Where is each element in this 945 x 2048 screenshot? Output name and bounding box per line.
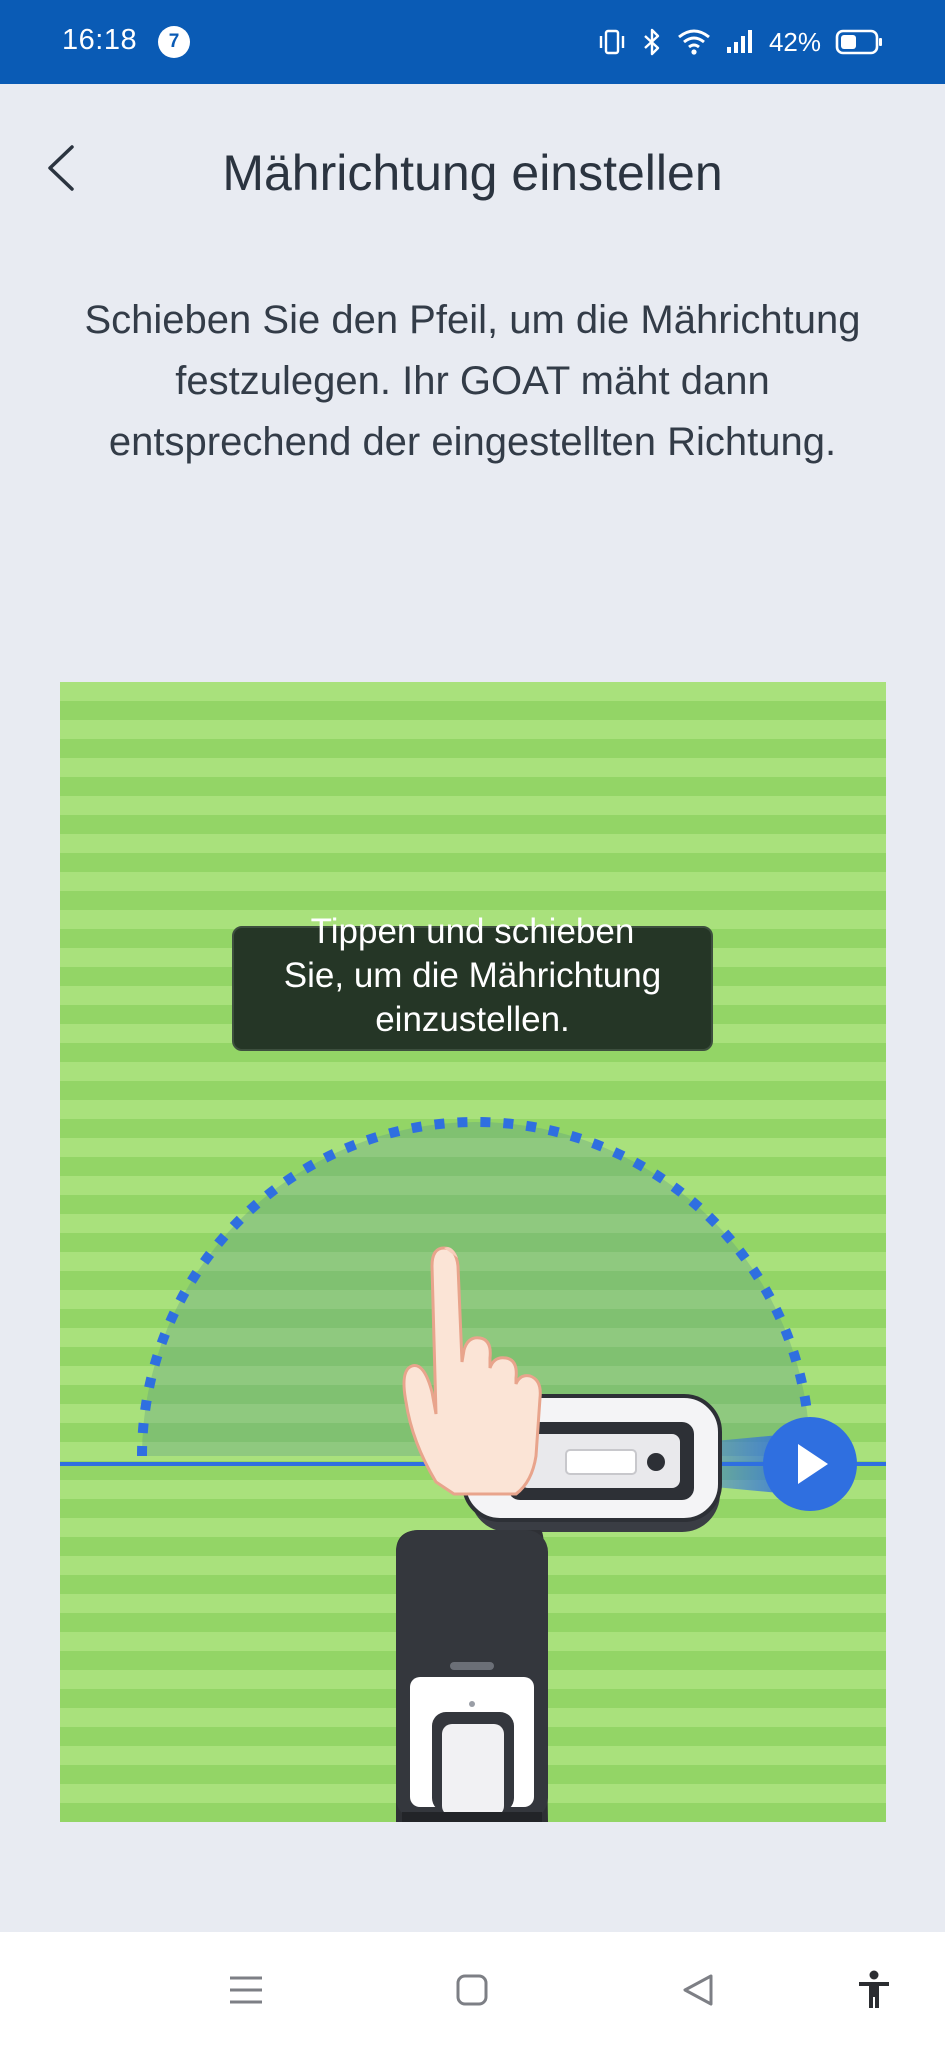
docking-station-image [396,1530,548,1822]
nav-home-button[interactable] [442,1960,502,2020]
tooltip-text: Tippen und schieben Sie, um die Mähricht… [283,912,662,1039]
header: Mährichtung einstellen [0,84,945,264]
status-bar: 16:18 7 42% [0,0,945,84]
menu-icon [230,1976,262,2004]
signal-icon [726,30,752,53]
accessibility-icon [859,1970,889,2008]
wifi-icon [678,29,710,55]
system-nav-bar [0,1932,945,2048]
notification-badge: 7 [158,26,190,58]
nav-back-button[interactable] [668,1960,728,2020]
instruction-text: Schieben Sie den Pfeil, um die Mährichtu… [84,298,861,464]
home-square-icon [456,1974,488,2006]
page-title: Mährichtung einstellen [222,145,723,201]
lawn-illustration[interactable] [60,682,886,1822]
status-icons: 42% [597,24,885,60]
status-time: 16:18 [62,24,138,56]
nav-menu-button[interactable] [216,1960,276,2020]
battery-percent: 42% [768,26,821,57]
back-triangle-icon [683,1974,713,2006]
nav-accessibility-button[interactable] [844,1960,904,2020]
battery-icon [835,29,882,55]
vibrate-icon [599,29,625,55]
arrow-handle [763,1417,857,1511]
bluetooth-icon [644,28,660,56]
